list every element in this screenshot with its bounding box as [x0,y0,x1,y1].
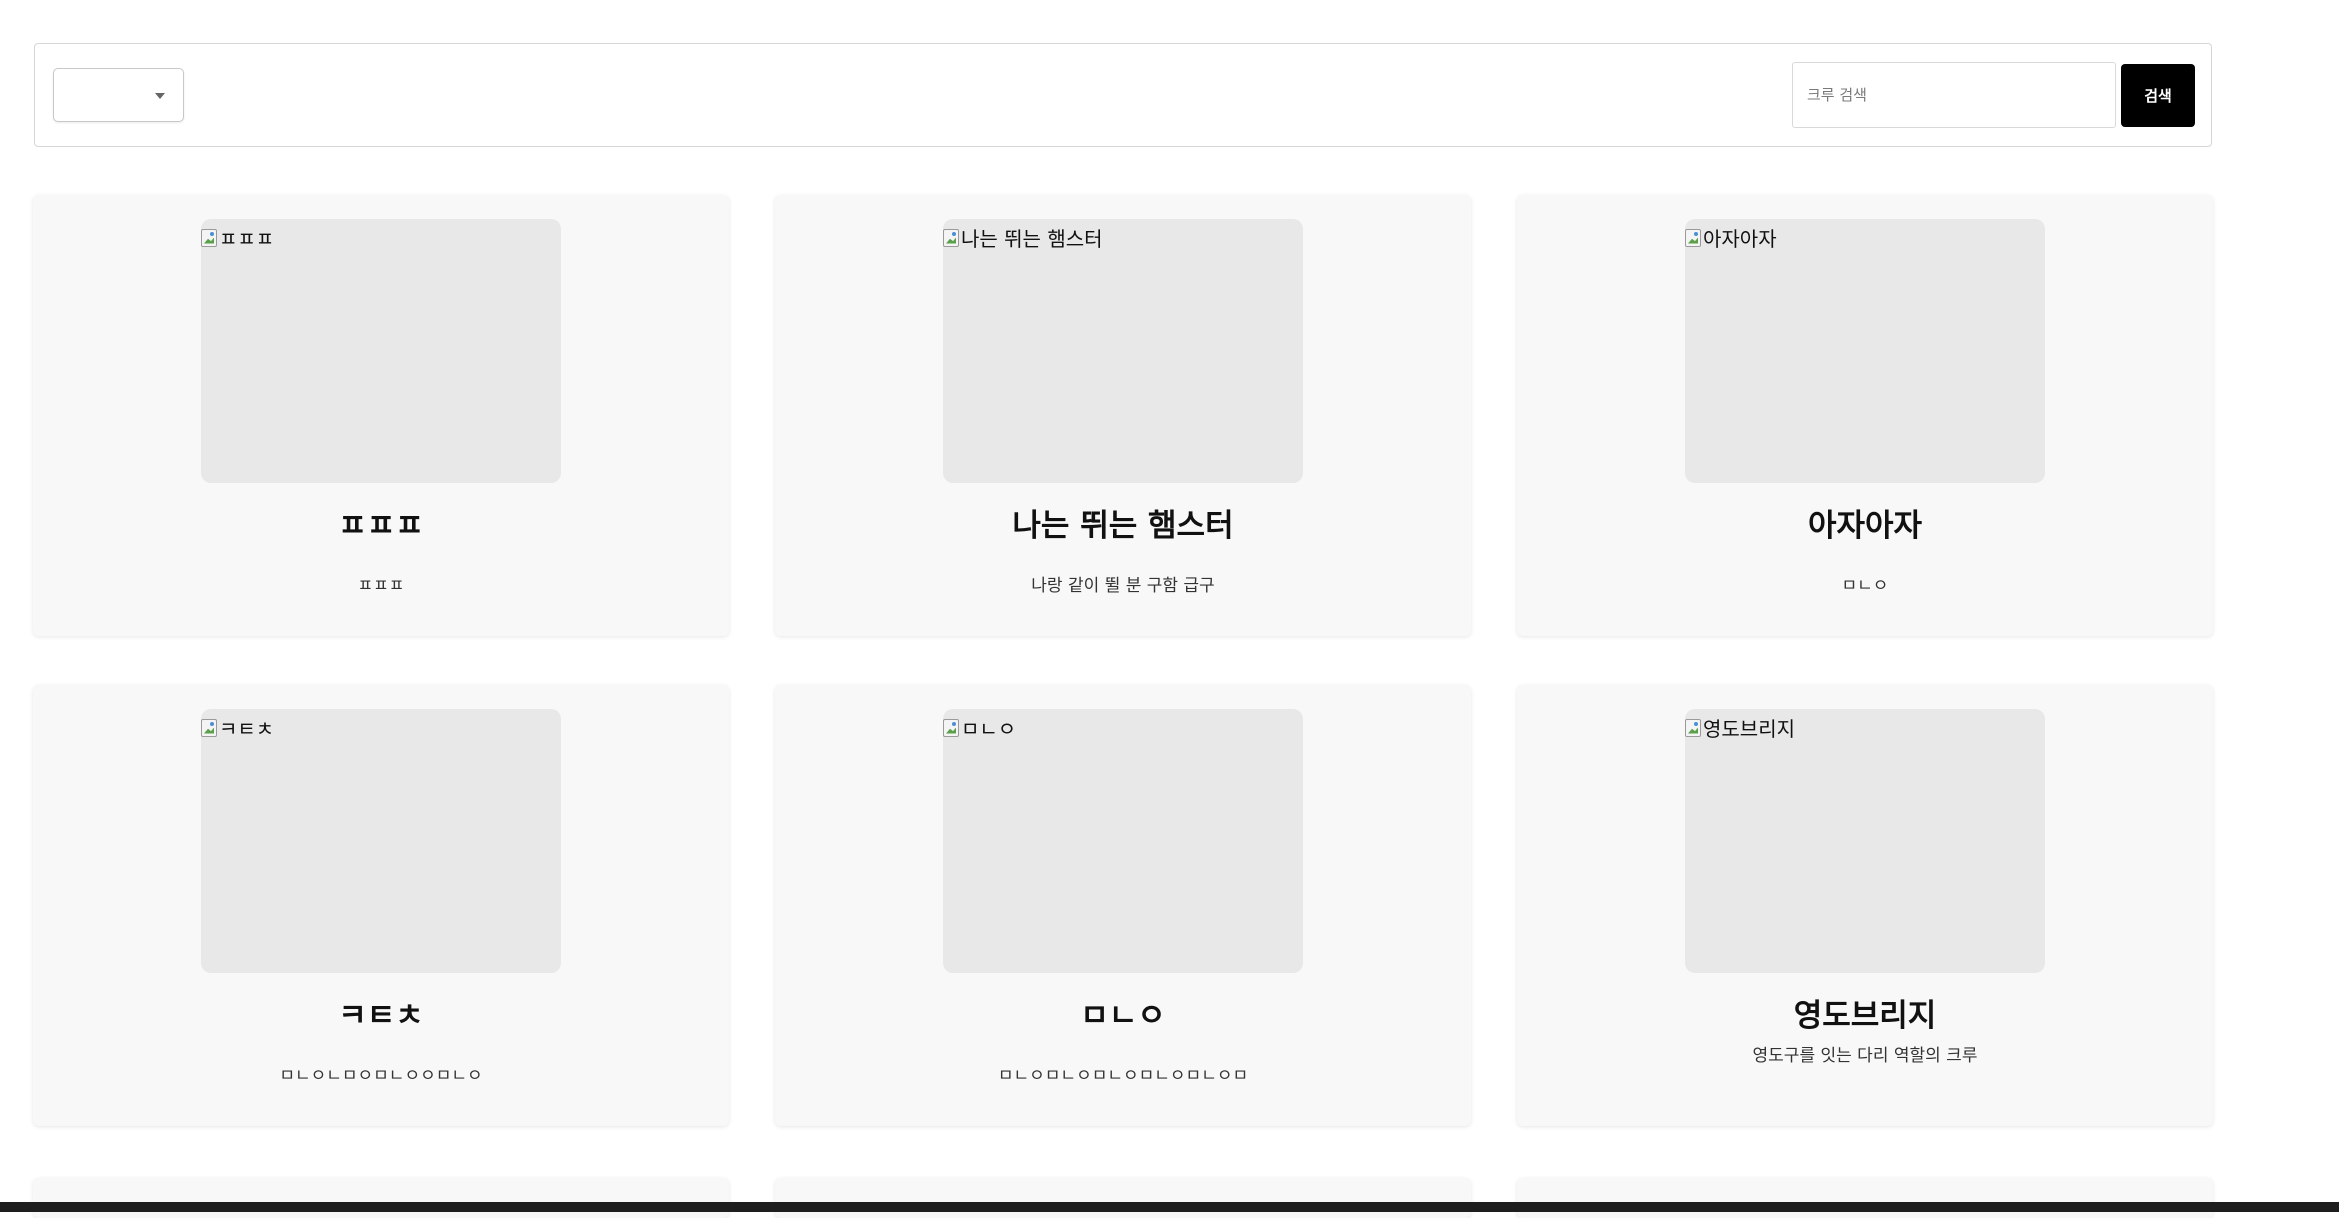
crew-description: 나랑 같이 뛸 분 구함 급구 [1031,576,1215,596]
category-select[interactable] [53,68,184,122]
crew-title: 영도브리지 [1793,998,1937,1034]
broken-image-icon [943,228,959,247]
crew-description: ㅁㄴㅇㄴㅁㅇㅁㄴㅇㅇㅁㄴㅇ [279,1066,483,1086]
crew-search-input[interactable] [1792,62,2116,128]
chevron-down-icon [155,93,165,99]
crew-title: 나는 뛰는 햄스터 [1012,508,1234,544]
crew-description: ㅁㄴㅇㅁㄴㅇㅁㄴㅇㅁㄴㅇㅁㄴㅇㅁ [997,1066,1249,1086]
crew-title: ㅋㅌㅊ [338,998,424,1034]
crew-image: ㅋㅌㅊ [201,709,561,973]
image-alt-text: 영도브리지 [1703,717,1795,741]
crew-image: 나는 뛰는 햄스터 [943,219,1303,483]
crew-title: ㅁㄴㅇ [1080,998,1166,1034]
image-alt-text: ㅁㄴㅇ [961,717,1017,741]
crew-card-partial[interactable] [33,1178,729,1218]
crew-image: 영도브리지 [1685,709,2045,973]
crew-card[interactable]: ㅋㅌㅊ ㅋㅌㅊ ㅁㄴㅇㄴㅁㅇㅁㄴㅇㅇㅁㄴㅇ [33,685,729,1126]
crew-image: 아자아자 [1685,219,2045,483]
broken-image-icon [1685,228,1701,247]
crew-card[interactable]: 나는 뛰는 햄스터 나는 뛰는 햄스터 나랑 같이 뛸 분 구함 급구 [775,195,1471,636]
bottom-bar [0,1202,2339,1212]
crew-title: 아자아자 [1807,508,1923,544]
image-alt-text: 나는 뛰는 햄스터 [961,227,1103,251]
crew-description: ㅁㄴㅇ [1841,576,1889,596]
image-alt-text: ㅍㅍㅍ [219,227,275,251]
image-alt-text: 아자아자 [1703,227,1777,251]
crew-card[interactable]: ㅍㅍㅍ ㅍㅍㅍ ㅍㅍㅍ [33,195,729,636]
broken-image-icon [201,228,217,247]
image-alt-text: ㅋㅌㅊ [219,717,275,741]
crew-title: ㅍㅍㅍ [338,508,424,544]
crew-card-partial[interactable] [775,1178,1471,1218]
crew-description: 영도구를 잇는 다리 역할의 크루 [1752,1046,1978,1066]
crew-card[interactable]: ㅁㄴㅇ ㅁㄴㅇ ㅁㄴㅇㅁㄴㅇㅁㄴㅇㅁㄴㅇㅁㄴㅇㅁ [775,685,1471,1126]
crew-image: ㅁㄴㅇ [943,709,1303,973]
broken-image-icon [1685,718,1701,737]
crew-description: ㅍㅍㅍ [357,576,405,596]
crew-card[interactable]: 아자아자 아자아자 ㅁㄴㅇ [1517,195,2213,636]
crew-card-partial[interactable] [1517,1178,2213,1218]
crew-card[interactable]: 영도브리지 영도브리지 영도구를 잇는 다리 역할의 크루 [1517,685,2213,1126]
broken-image-icon [201,718,217,737]
crew-image: ㅍㅍㅍ [201,219,561,483]
broken-image-icon [943,718,959,737]
filter-toolbar: 검색 [34,43,2212,147]
search-button[interactable]: 검색 [2121,64,2195,127]
